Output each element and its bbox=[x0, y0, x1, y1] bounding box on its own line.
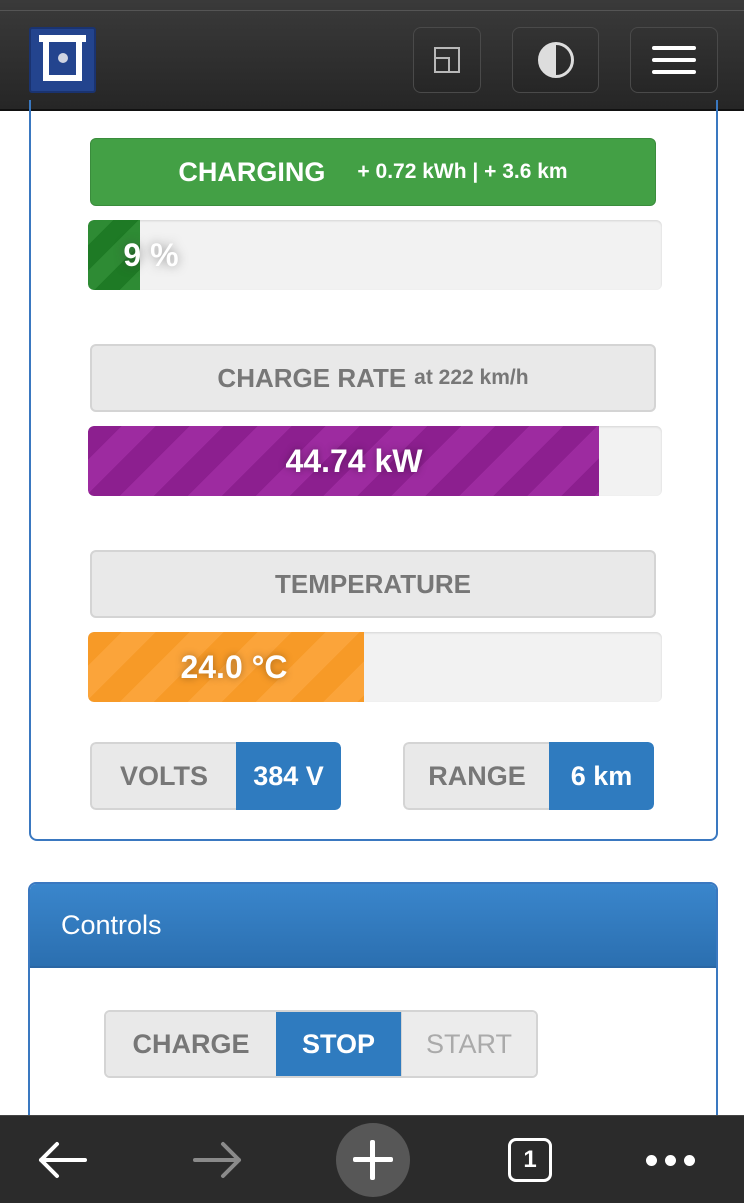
charge-rate-label: CHARGE RATE bbox=[217, 362, 407, 393]
state-of-charge-text: 9 % bbox=[123, 236, 179, 273]
arrow-left-icon bbox=[39, 1142, 87, 1178]
hamburger-menu-icon bbox=[652, 46, 696, 74]
logo-dot bbox=[58, 53, 68, 63]
charging-added: + 0.72 kWh | + 3.6 km bbox=[357, 160, 568, 183]
start-button[interactable]: START bbox=[401, 1012, 536, 1076]
range-readout: RANGE 6 km bbox=[403, 742, 654, 810]
arrow-right-icon bbox=[193, 1142, 241, 1178]
tabs-button[interactable]: 1 bbox=[490, 1116, 570, 1204]
new-tab-button[interactable] bbox=[335, 1116, 411, 1204]
volts-readout: VOLTS 384 V bbox=[90, 742, 341, 810]
charging-label: CHARGING bbox=[178, 156, 326, 187]
menu-button[interactable] bbox=[630, 27, 718, 93]
app-logo-icon[interactable] bbox=[29, 27, 96, 93]
stop-button[interactable]: STOP bbox=[276, 1012, 401, 1076]
charge-rate-bar: 44.74 kW bbox=[88, 426, 662, 496]
volts-value: 384 V bbox=[236, 742, 341, 810]
tab-count: 1 bbox=[508, 1138, 552, 1182]
plus-icon bbox=[336, 1123, 410, 1197]
charge-control-group: CHARGE STOP START bbox=[104, 1010, 538, 1078]
range-value: 6 km bbox=[549, 742, 654, 810]
charge-rate-text: 44.74 kW bbox=[285, 442, 423, 479]
fullscreen-button[interactable] bbox=[413, 27, 481, 93]
temperature-header: TEMPERATURE bbox=[90, 550, 656, 618]
browser-toolbar: 1 bbox=[0, 1115, 744, 1203]
app-header bbox=[0, 0, 744, 111]
charging-status-banner: CHARGING + 0.72 kWh | + 3.6 km bbox=[90, 138, 656, 206]
charge-rate-speed: at 222 km/h bbox=[414, 366, 529, 389]
range-label: RANGE bbox=[403, 742, 549, 810]
controls-title: Controls bbox=[30, 884, 716, 968]
state-of-charge-bar: 9 % bbox=[88, 220, 662, 290]
theme-toggle-button[interactable] bbox=[512, 27, 599, 93]
volts-label: VOLTS bbox=[90, 742, 236, 810]
fullscreen-icon bbox=[434, 47, 460, 73]
more-button[interactable] bbox=[630, 1116, 710, 1204]
contrast-icon bbox=[537, 42, 574, 78]
forward-button[interactable] bbox=[178, 1116, 258, 1204]
header-divider bbox=[0, 10, 744, 11]
temperature-label: TEMPERATURE bbox=[275, 568, 471, 599]
temperature-bar: 24.0 °C bbox=[88, 632, 662, 702]
charge-rate-header: CHARGE RATE at 222 km/h bbox=[90, 344, 656, 412]
more-dots-icon bbox=[645, 1154, 695, 1166]
temperature-text: 24.0 °C bbox=[180, 648, 288, 685]
charge-label: CHARGE bbox=[106, 1012, 276, 1076]
back-button[interactable] bbox=[22, 1116, 102, 1204]
